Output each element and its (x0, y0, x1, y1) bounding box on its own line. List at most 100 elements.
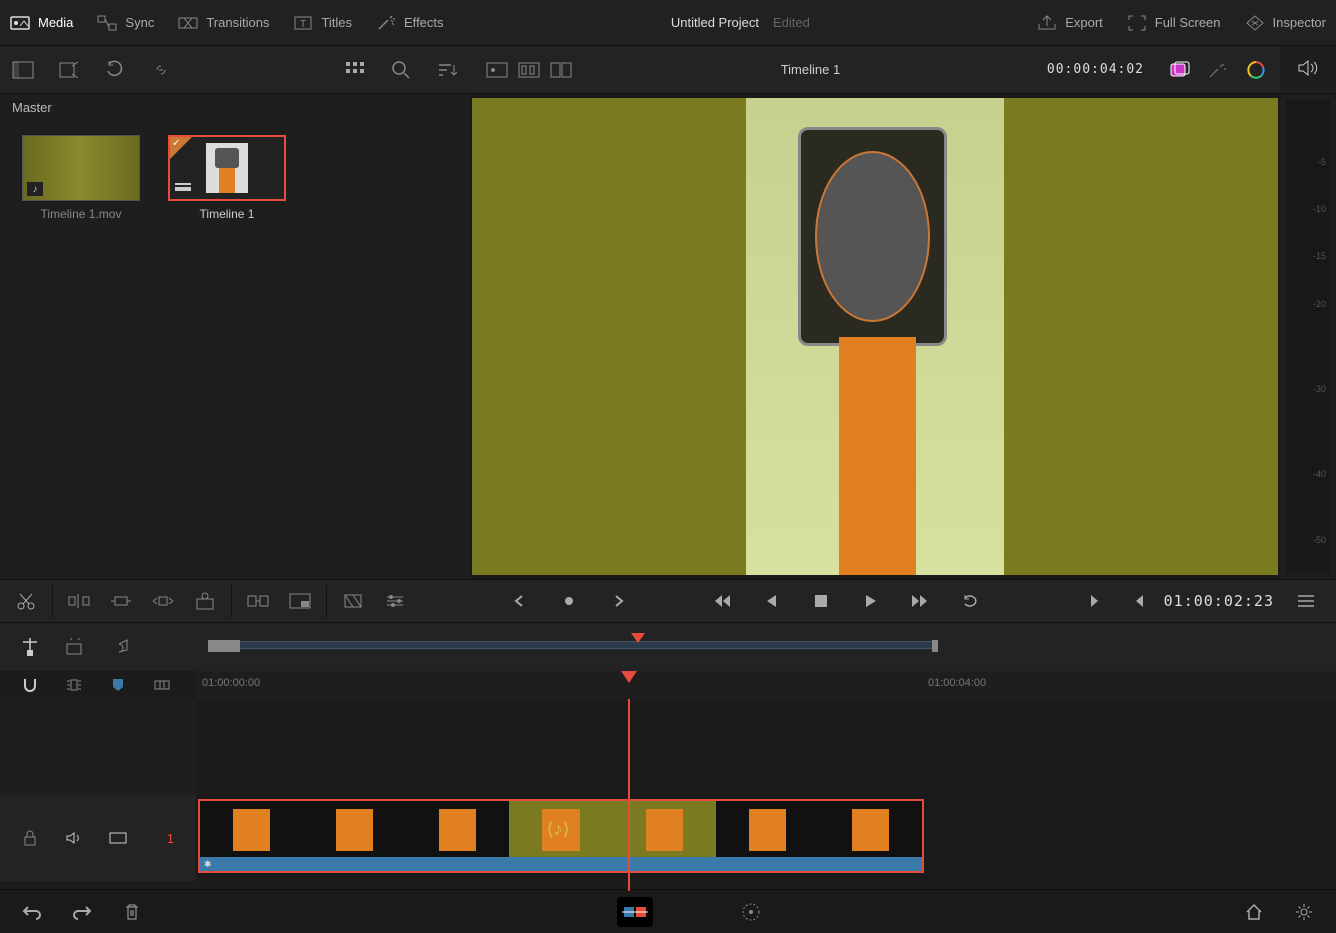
page-edit[interactable] (733, 897, 769, 927)
color-wheel-button[interactable] (1246, 60, 1266, 80)
flag-button[interactable] (148, 671, 176, 699)
link-selection-button[interactable] (60, 671, 88, 699)
svg-text:T: T (300, 19, 306, 30)
nav-next[interactable] (605, 587, 633, 615)
cut-tool[interactable] (12, 587, 40, 615)
home-button[interactable] (1240, 898, 1268, 926)
overview-handle-right[interactable] (932, 640, 938, 652)
ruler-mark-1: 01:00:04:00 (928, 677, 986, 689)
viewer-timeline-name: Timeline 1 (584, 62, 1037, 77)
skip-first-button[interactable] (707, 587, 735, 615)
timeline-badge-icon (174, 181, 192, 195)
stop-button[interactable] (807, 587, 835, 615)
option-tool-2[interactable] (381, 587, 409, 615)
overview-handle-left[interactable] (208, 640, 240, 652)
timeline-view-video[interactable] (62, 633, 90, 661)
step-back-button[interactable] (757, 587, 785, 615)
insert-tool-3[interactable] (149, 587, 177, 615)
effects-label: Effects (404, 15, 444, 30)
media-clip-name-0: Timeline 1.mov (41, 207, 122, 221)
viewer-mode-3[interactable] (548, 59, 574, 81)
media-icon (10, 14, 30, 32)
transition-tool[interactable] (244, 587, 272, 615)
playhead-line-upper[interactable] (628, 699, 630, 795)
video-track-body[interactable]: ⟨♪⟩ ✱ (196, 795, 1336, 881)
effects-tab[interactable]: Effects (376, 14, 444, 32)
source-timecode[interactable]: 01:00:02:23 (1164, 592, 1274, 610)
timeline-playhead-marker[interactable] (621, 671, 637, 683)
timeline-overview[interactable] (210, 641, 936, 649)
refresh-button[interactable] (92, 46, 138, 94)
export-icon (1037, 14, 1057, 32)
inspector-label: Inspector (1273, 15, 1326, 30)
link-button[interactable] (138, 46, 184, 94)
pip-tool[interactable] (286, 587, 314, 615)
media-tab[interactable]: Media (10, 14, 73, 32)
export-button[interactable]: Export (1037, 14, 1103, 32)
empty-track-head (0, 699, 196, 795)
sync-label: Sync (125, 15, 154, 30)
loop-button[interactable] (957, 587, 985, 615)
clip-fx-dot-icon: ✱ (204, 859, 214, 869)
overview-playhead[interactable] (631, 633, 645, 643)
sync-tab[interactable]: Sync (97, 14, 154, 32)
play-button[interactable] (857, 587, 885, 615)
go-next-edit[interactable] (1082, 587, 1110, 615)
timeline-lock-tool[interactable] (16, 633, 44, 661)
media-label: Media (38, 15, 73, 30)
effects-icon (376, 14, 396, 32)
ruler-mark-0: 01:00:00:00 (202, 677, 260, 689)
nav-prev[interactable] (505, 587, 533, 615)
empty-track-body[interactable] (196, 699, 1336, 795)
go-prev-edit[interactable] (1124, 587, 1152, 615)
fullscreen-button[interactable]: Full Screen (1127, 14, 1221, 32)
fullscreen-icon (1127, 14, 1147, 32)
viewer-timecode[interactable]: 00:00:04:02 (1047, 62, 1144, 77)
delete-button[interactable] (118, 898, 146, 926)
snap-button[interactable] (16, 671, 44, 699)
track-video[interactable] (104, 824, 132, 852)
transport-menu[interactable] (1292, 587, 1320, 615)
insert-tool-4[interactable] (191, 587, 219, 615)
fx-button[interactable] (1208, 61, 1228, 79)
titles-tab[interactable]: T Titles (293, 14, 352, 32)
grid-view-button[interactable] (332, 46, 378, 94)
page-cut[interactable] (617, 897, 653, 927)
skip-last-button[interactable] (907, 587, 935, 615)
timeline-ruler[interactable]: 01:00:00:00 01:00:04:00 (196, 671, 1336, 699)
viewer-mode-1[interactable] (484, 59, 510, 81)
inspector-button[interactable]: Inspector (1245, 14, 1326, 32)
audio-meter: -5 -10 -15 -20 -30 -40 -50 (1286, 100, 1330, 573)
sidebar-toggle-2[interactable] (46, 46, 92, 94)
redo-button[interactable] (68, 898, 96, 926)
insert-tool-1[interactable] (65, 587, 93, 615)
timeline-view-audio[interactable] (108, 633, 136, 661)
edited-status: Edited (773, 15, 810, 30)
clip-effect-icon: ⟨♪⟩ (547, 819, 570, 840)
viewer-preview[interactable] (472, 98, 1278, 575)
track-audio[interactable] (60, 824, 88, 852)
option-tool-1[interactable] (339, 587, 367, 615)
clip-audio-strip[interactable]: ✱ (200, 857, 922, 871)
media-clip-1[interactable]: ✓ Timeline 1 (168, 135, 286, 221)
insert-tool-2[interactable] (107, 587, 135, 615)
sort-button[interactable] (424, 46, 470, 94)
video-clip[interactable]: ⟨♪⟩ ✱ (198, 799, 924, 873)
settings-button[interactable] (1290, 898, 1318, 926)
sidebar-toggle-1[interactable] (0, 46, 46, 94)
video-track-head[interactable]: 1 (0, 795, 196, 881)
playhead-line-lower[interactable] (628, 795, 630, 891)
nav-dot[interactable] (555, 587, 583, 615)
undo-button[interactable] (18, 898, 46, 926)
track-number: 1 (167, 831, 174, 846)
master-bin-label[interactable]: Master (0, 94, 470, 121)
mute-button[interactable] (1297, 58, 1319, 78)
viewer-mode-2[interactable] (516, 59, 542, 81)
media-clip-0[interactable]: ♪ Timeline 1.mov (22, 135, 140, 221)
transitions-tab[interactable]: Transitions (178, 14, 269, 32)
marker-button[interactable] (104, 671, 132, 699)
export-label: Export (1065, 15, 1103, 30)
search-button[interactable] (378, 46, 424, 94)
bypass-color-button[interactable] (1168, 61, 1190, 79)
track-lock[interactable] (16, 824, 44, 852)
